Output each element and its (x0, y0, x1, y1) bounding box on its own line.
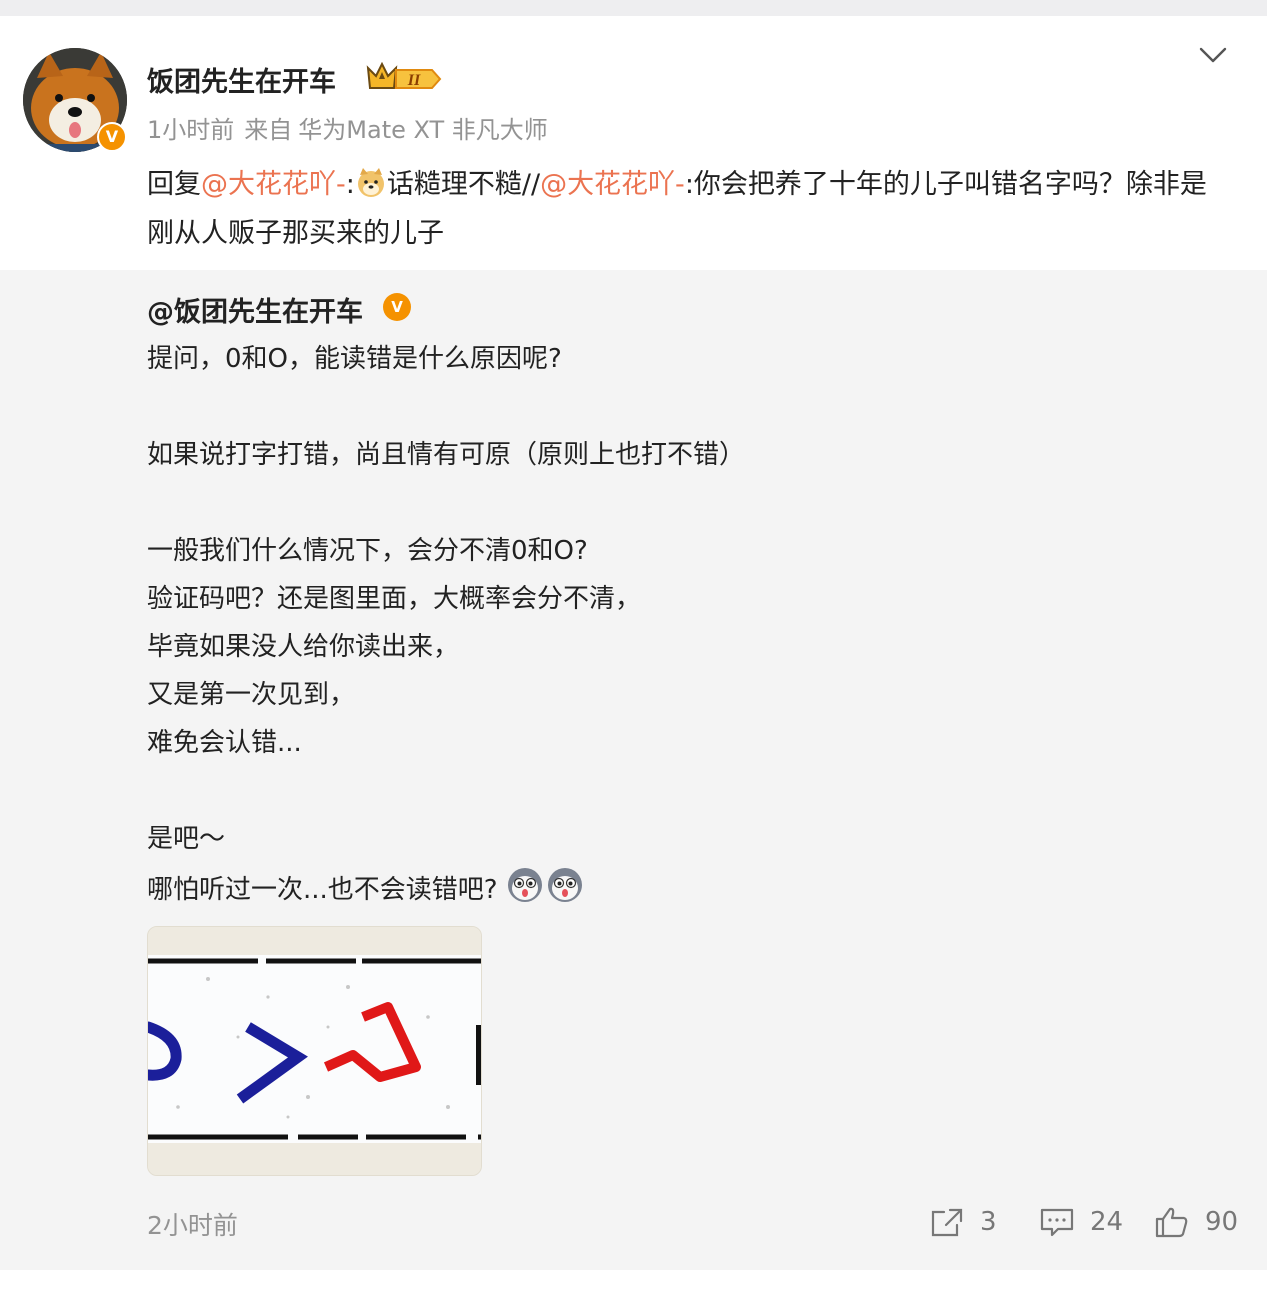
chevron-down-icon[interactable] (1198, 44, 1228, 66)
quoted-time[interactable]: 2小时前 (147, 1206, 238, 1242)
quote-line: 难免会认错... (147, 728, 302, 758)
quoted-username[interactable]: @饭团先生在开车 (147, 290, 363, 329)
bottom-strip (0, 1270, 1267, 1309)
quote-line: 验证码吧？还是图里面，大概率会分不清， (147, 584, 642, 614)
svg-text:II: II (407, 72, 421, 89)
share-button[interactable]: 3 (930, 1204, 997, 1240)
husky-emoji (547, 868, 582, 902)
colon-2: : (684, 169, 694, 200)
source-prefix: 来自 (244, 116, 293, 144)
post-meta: 1小时前 来自 华为Mate XT 非凡大师 (147, 110, 558, 145)
top-gap (0, 0, 1267, 16)
comment-button[interactable]: 24 (1040, 1204, 1123, 1240)
mention-link[interactable]: @大花花吖- (201, 169, 346, 200)
reply-prefix: 回复 (147, 169, 201, 200)
husky-emoji (507, 868, 542, 902)
username[interactable]: 饭团先生在开车 (147, 60, 336, 99)
colon: : (345, 169, 355, 200)
comment-icon (1040, 1208, 1074, 1237)
verified-icon: V (383, 293, 411, 321)
quote-line: 又是第一次见到， (147, 680, 356, 710)
like-button[interactable]: 90 (1155, 1204, 1238, 1240)
post-source: 华为Mate XT 非凡大师 (298, 116, 548, 144)
share-count: 3 (980, 1207, 997, 1237)
quote-line: 提问，0和O，能读错是什么原因呢? (147, 344, 562, 374)
verified-icon: V (97, 122, 127, 152)
like-count: 90 (1205, 1207, 1239, 1237)
captcha-image (148, 927, 481, 1175)
comment-count: 24 (1090, 1207, 1124, 1237)
quote-line: 是吧～ (147, 824, 226, 854)
reply-body-1: 话糙理不糙// (386, 169, 541, 200)
doge-emoji (357, 168, 384, 197)
share-icon (931, 1208, 963, 1237)
reply-text: 回复@大花花吖-: 话糙理不糙//@大花花吖-:你会把养了十年的儿子叫错名字吗？除… (147, 160, 1207, 258)
post-time[interactable]: 1小时前 (147, 116, 234, 144)
post-image[interactable] (147, 926, 482, 1176)
like-icon (1155, 1207, 1188, 1238)
quote-line: 毕竟如果没人给你读出来， (147, 632, 460, 662)
mention-link-2[interactable]: @大花花吖- (540, 169, 685, 200)
quote-line: 一般我们什么情况下，会分不清0和O? (147, 536, 588, 566)
quote-line-last: 哪怕听过一次...也不会读错吧? (147, 866, 584, 906)
quote-line-text: 哪怕听过一次...也不会读错吧? (147, 875, 498, 905)
crown-icon: II (366, 62, 442, 89)
quote-line: 如果说打字打错，尚且情有可原（原则上也打不错） (147, 440, 746, 470)
